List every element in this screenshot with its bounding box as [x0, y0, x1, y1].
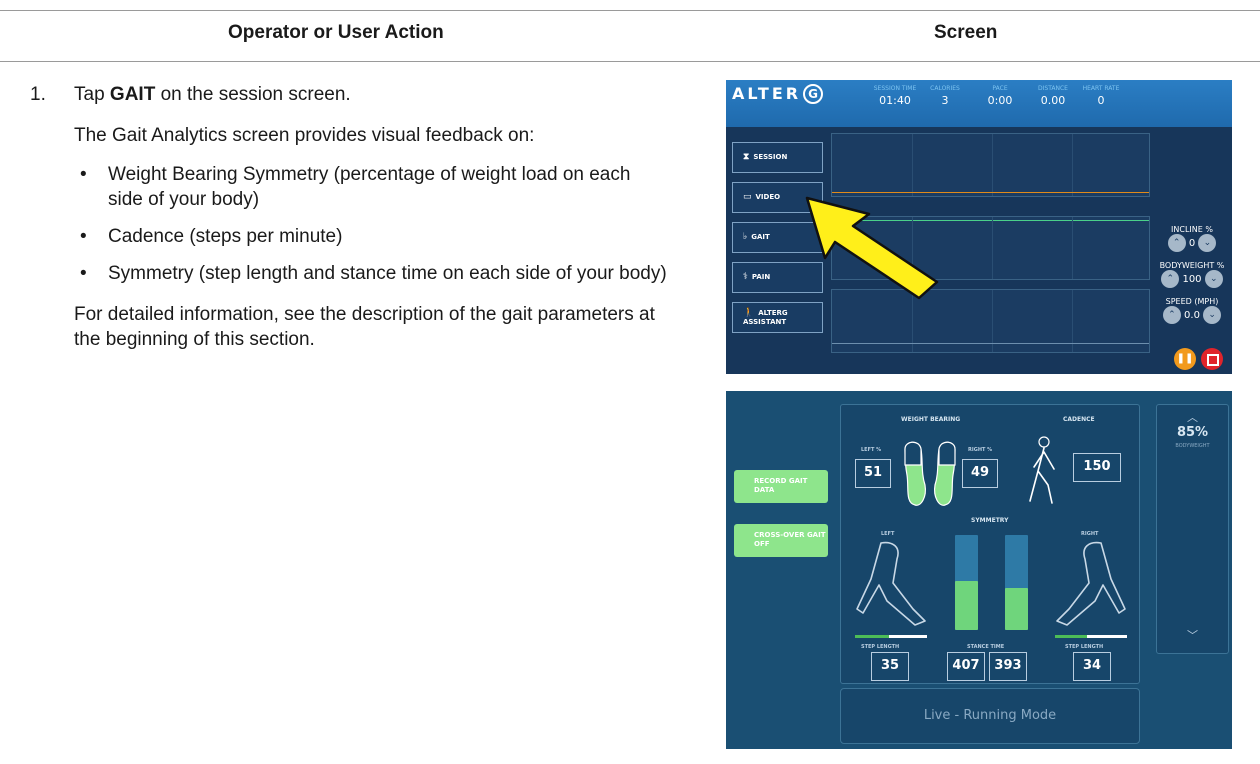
tap-suffix: on the session screen. — [155, 84, 351, 105]
walker-icon: 🚶 — [743, 308, 755, 318]
incline-up-button[interactable]: ⌃ — [1167, 234, 1186, 252]
right-leg-icon — [1056, 541, 1126, 626]
tap-target: GAIT — [109, 84, 156, 105]
treadmill-controls: INCLINE % ⌃ 0 ⌄ BODYWEIGHT % ⌃ 100 ⌄ SPE… — [1152, 218, 1232, 326]
video-icon: ▭ — [743, 192, 752, 202]
tap-prefix: Tap — [74, 84, 110, 105]
list-item: Weight Bearing Symmetry (percentage of w… — [74, 162, 670, 212]
bodyweight-down-button[interactable]: ⌄ — [1204, 270, 1223, 288]
session-top-bar: ALTER G SESSION TIME 01:40 CALORIES 3 PACE 0… — [726, 80, 1232, 127]
stance-time-label: STANCE TIME — [967, 644, 1005, 650]
step-body: Tap GAIT on the session screen. The Gait… — [74, 82, 670, 352]
chevron-down-icon[interactable]: ﹀ — [1157, 627, 1228, 643]
stat-heart-rate: HEART RATE 0 — [1082, 85, 1120, 107]
left-pct-value: 51 — [855, 459, 891, 488]
left-label: LEFT — [881, 531, 895, 537]
speed-label: SPEED (MPH) — [1165, 297, 1219, 306]
pause-button[interactable]: ❚❚ — [1174, 348, 1196, 370]
incline-label: INCLINE % — [1171, 225, 1213, 234]
session-screen-screenshot: ALTER G SESSION TIME 01:40 CALORIES 3 PACE 0… — [726, 80, 1232, 374]
walking-figure-icon — [1029, 436, 1055, 504]
step-intro: The Gait Analytics screen provides visua… — [74, 125, 535, 146]
logo-text: ALTER — [732, 84, 802, 103]
bodyweight-label: BODYWEIGHT % — [1159, 261, 1225, 270]
stance-right-value: 393 — [989, 652, 1027, 681]
speed-down-button[interactable]: ⌄ — [1203, 306, 1222, 324]
incline-down-button[interactable]: ⌄ — [1198, 234, 1217, 252]
bodyweight-up-button[interactable]: ⌃ — [1161, 270, 1180, 288]
table-top-rule — [0, 10, 1260, 11]
cadence-title: CADENCE — [1063, 416, 1095, 423]
step-1: 1. Tap GAIT on the session screen. The G… — [30, 82, 670, 368]
right-step-length-label: STEP LENGTH — [1065, 644, 1104, 650]
nav-session-button[interactable]: ⧗ SESSION — [732, 142, 823, 173]
nav-assistant-button[interactable]: 🚶 ALTERG ASSISTANT — [732, 302, 823, 333]
stop-button[interactable] — [1201, 348, 1223, 370]
symmetry-title: SYMMETRY — [971, 517, 1009, 524]
pause-icon: ❚❚ — [1176, 353, 1194, 364]
step-number: 1. — [30, 84, 46, 105]
stance-bar-left-fill — [955, 581, 978, 630]
feedback-list: Weight Bearing Symmetry (percentage of w… — [74, 162, 670, 286]
header-rule — [0, 61, 1260, 62]
chevron-up-icon[interactable]: ︿ — [1157, 409, 1228, 425]
gait-main-panel: WEIGHT BEARING CADENCE LEFT % RIGHT % 51… — [840, 404, 1140, 684]
left-pct-label: LEFT % — [861, 447, 882, 453]
step-instruction: Tap GAIT on the session screen. — [74, 82, 670, 107]
list-item: Symmetry (step length and stance time on… — [74, 261, 670, 286]
crossover-gait-button[interactable]: CROSS-OVER GAIT OFF — [734, 524, 828, 557]
live-mode-banner: Live - Running Mode — [840, 688, 1140, 744]
bodyweight-pct: 85% — [1176, 425, 1209, 440]
pointer-arrow-icon — [805, 196, 939, 300]
speed-up-button[interactable]: ⌃ — [1162, 306, 1181, 324]
left-step-progress-fill — [855, 635, 889, 638]
footprints-icon — [904, 441, 956, 506]
left-step-length-value: 35 — [871, 652, 909, 681]
column-header-screen: Screen — [934, 22, 998, 43]
pain-icon: ⚕ — [743, 272, 748, 282]
list-item: Cadence (steps per minute) — [74, 224, 670, 249]
bodyweight-label: BODYWEIGHT — [1175, 443, 1210, 449]
alterg-logo: ALTER G — [732, 84, 824, 104]
bodyweight-control: ⌃ 100 ⌄ — [1152, 270, 1232, 290]
stance-bar-right-fill — [1005, 588, 1028, 630]
graph-panel-top — [831, 133, 1150, 197]
right-step-progress-fill — [1055, 635, 1087, 638]
footprints-icon: ♭ — [743, 232, 748, 242]
weight-bearing-title: WEIGHT BEARING — [901, 416, 961, 423]
stance-left-value: 407 — [947, 652, 985, 681]
step-outro: For detailed information, see the descri… — [74, 304, 655, 350]
gait-analytics-screenshot: RECORD GAIT DATA CROSS-OVER GAIT OFF WEI… — [726, 391, 1232, 749]
right-step-length-value: 34 — [1073, 652, 1111, 681]
record-gait-data-button[interactable]: RECORD GAIT DATA — [734, 470, 828, 503]
incline-control: ⌃ 0 ⌄ — [1152, 234, 1232, 254]
left-step-length-label: STEP LENGTH — [861, 644, 900, 650]
bodyweight-panel: ︿ 85% BODYWEIGHT ﹀ — [1156, 404, 1229, 654]
right-label: RIGHT — [1081, 531, 1099, 537]
hourglass-icon: ⧗ — [743, 152, 750, 162]
right-pct-value: 49 — [962, 459, 998, 488]
column-header-action: Operator or User Action — [228, 22, 444, 43]
speed-control: ⌃ 0.0 ⌄ — [1152, 306, 1232, 326]
logo-mark: G — [803, 84, 824, 104]
cadence-value: 150 — [1073, 453, 1121, 482]
left-leg-icon — [856, 541, 926, 626]
right-pct-label: RIGHT % — [968, 447, 993, 453]
